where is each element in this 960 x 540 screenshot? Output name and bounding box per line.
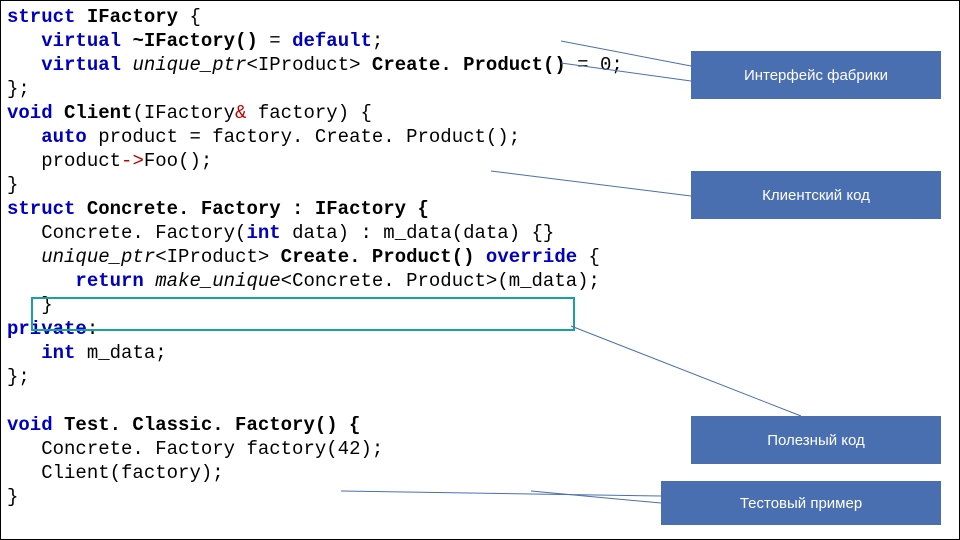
text: }; [7,78,41,100]
text: } [7,486,18,508]
kw: void [7,414,53,436]
pad [7,462,41,484]
pad [7,270,75,292]
kw: void [7,102,53,124]
kw: default [292,30,372,52]
text: product = factory. Create. Product(); [87,126,532,148]
label-client-code: Клиентский код [691,171,941,219]
text: = 0; [566,54,634,76]
typ: make_unique [155,270,280,292]
fn: Test. Classic. Factory() { [53,414,361,436]
text: }; [7,366,41,388]
code-block: struct IFactory { virtual ~IFactory() = … [7,5,634,509]
text: } [7,174,18,196]
pad [7,438,41,460]
text: ; [372,30,383,52]
typ: unique_ptr [41,246,155,268]
kw: int [41,342,75,364]
text: Client(factory); [41,462,235,484]
text: { [178,6,201,28]
pad [7,222,41,244]
kw: auto [41,126,87,148]
label-factory-interface: Интерфейс фабрики [691,51,941,99]
kw: struct [7,6,75,28]
text: data) : m_data(data) {} [281,222,555,244]
text: = [258,30,292,52]
pad [7,150,41,172]
text: product [41,150,121,172]
text [75,6,86,28]
text: (m_data); [497,270,611,292]
fn: Create. Product() [361,54,566,76]
pad [7,30,41,52]
text: (IFactory [132,102,235,124]
label-test-example: Тестовый пример [661,481,941,525]
pad [7,246,41,268]
kw: override [475,246,578,268]
type-name: Concrete. Factory : IFactory { [75,198,428,220]
pad [7,54,41,76]
kw: virtual [41,54,121,76]
typ: unique_ptr [132,54,246,76]
pad [7,342,41,364]
text: Concrete. Factory factory(42); [41,438,394,460]
kw: return [75,270,143,292]
text: Foo(); [144,150,224,172]
tpl: <Concrete. Product> [281,270,498,292]
tpl: <IProduct> [246,54,360,76]
slide-stage: struct IFactory { virtual ~IFactory() = … [0,0,960,540]
op: -> [121,150,144,172]
text: { [577,246,600,268]
sp [121,54,132,76]
sp [144,270,155,292]
tpl: <IProduct> [155,246,269,268]
fn: Client [53,102,133,124]
kw: virtual [41,30,121,52]
pad [7,126,41,148]
highlight-make-unique [31,297,575,331]
type-name: IFactory [87,6,178,28]
op: & [235,102,258,124]
text: factory) { [258,102,372,124]
label-useful-code: Полезный код [691,416,941,464]
text: Concrete. Factory( [41,222,246,244]
kw: int [246,222,280,244]
fn: ~IFactory() [121,30,258,52]
kw: struct [7,198,75,220]
fn: Create. Product() [269,246,474,268]
text: m_data; [75,342,178,364]
